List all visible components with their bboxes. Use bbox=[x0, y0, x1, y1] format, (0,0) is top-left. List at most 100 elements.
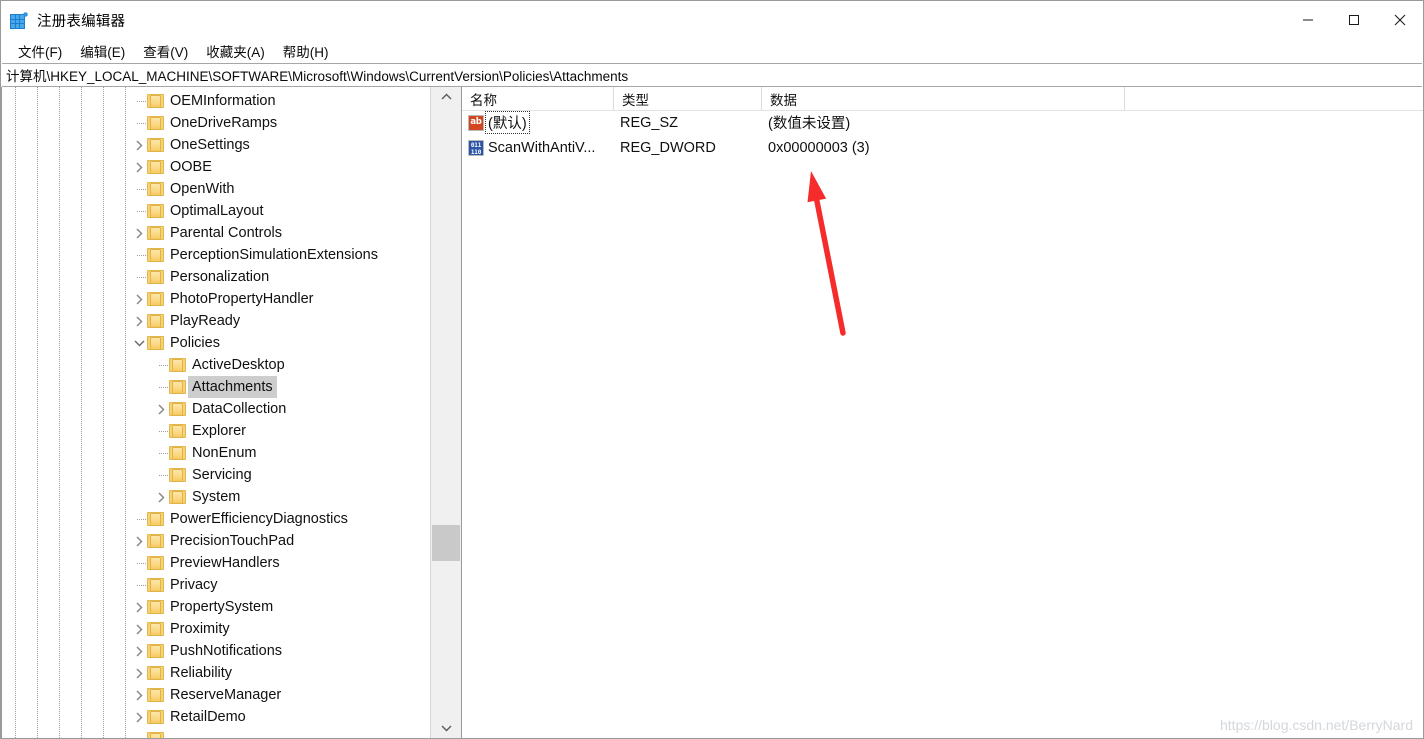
registry-values-pane: 名称 类型 数据 ab (默认) REG_SZ (数值未设置) 011 110 ScanWith… bbox=[462, 87, 1423, 738]
tree-item-proximity[interactable]: Proximity bbox=[1, 618, 430, 640]
folder-icon bbox=[147, 292, 164, 306]
chevron-down-icon[interactable] bbox=[131, 332, 147, 354]
window-title: 注册表编辑器 bbox=[37, 13, 126, 30]
column-header-2[interactable]: 数据 bbox=[762, 87, 1125, 110]
tree-item-oeminformation[interactable]: OEMInformation bbox=[1, 90, 430, 112]
tree-item-attachments[interactable]: Attachments bbox=[1, 376, 430, 398]
value-data: (数值未设置) bbox=[768, 116, 851, 132]
scroll-down-arrow[interactable] bbox=[431, 718, 461, 738]
tree-item-label: RetailDemo bbox=[170, 709, 246, 725]
tree-item-privacy[interactable]: Privacy bbox=[1, 574, 430, 596]
minimize-button[interactable] bbox=[1285, 1, 1331, 39]
menu-file[interactable]: 文件(F) bbox=[9, 39, 71, 64]
menu-favorites[interactable]: 收藏夹(A) bbox=[197, 39, 274, 64]
folder-icon bbox=[147, 534, 164, 548]
chevron-right-icon[interactable] bbox=[131, 288, 147, 310]
tree-item-activedesktop[interactable]: ActiveDesktop bbox=[1, 354, 430, 376]
folder-icon bbox=[147, 578, 164, 592]
tree-item-reliability[interactable]: Reliability bbox=[1, 662, 430, 684]
tree-item-policies[interactable]: Policies bbox=[1, 332, 430, 354]
column-header-1[interactable]: 类型 bbox=[614, 87, 762, 110]
chevron-right-icon[interactable] bbox=[131, 684, 147, 706]
main-split: OEMInformation OneDriveRamps OneSettings OO… bbox=[1, 87, 1423, 738]
chevron-right-icon[interactable] bbox=[131, 134, 147, 156]
tree-item-label: ReserveManager bbox=[170, 687, 282, 703]
tree-item-label: Reliability bbox=[170, 665, 233, 681]
tree-item-openwith[interactable]: OpenWith bbox=[1, 178, 430, 200]
value-name-cell[interactable]: 011 110 ScanWithAntiV... bbox=[468, 139, 596, 156]
tree-elbow bbox=[131, 728, 145, 738]
dword-value-icon: 011 110 bbox=[468, 139, 484, 156]
values-list[interactable]: ab (默认) REG_SZ (数值未设置) 011 110 ScanWithAntiV..… bbox=[462, 110, 1423, 738]
chevron-right-icon[interactable] bbox=[131, 222, 147, 244]
tree-item-label: PlayReady bbox=[170, 313, 241, 329]
chevron-right-icon[interactable] bbox=[131, 706, 147, 728]
tree-item-oobe[interactable]: OOBE bbox=[1, 156, 430, 178]
tree-item-personalization[interactable]: Personalization bbox=[1, 266, 430, 288]
chevron-right-icon[interactable] bbox=[131, 618, 147, 640]
menu-help[interactable]: 帮助(H) bbox=[274, 39, 338, 64]
maximize-button[interactable] bbox=[1331, 1, 1377, 39]
tree-item-system[interactable]: System bbox=[1, 486, 430, 508]
table-row[interactable]: 011 110 ScanWithAntiV... REG_DWORD 0x0000000… bbox=[462, 135, 1423, 160]
chevron-right-icon[interactable] bbox=[153, 486, 169, 508]
tree-item-label: PropertySystem bbox=[170, 599, 274, 615]
chevron-right-icon[interactable] bbox=[131, 640, 147, 662]
chevron-right-icon[interactable] bbox=[131, 156, 147, 178]
tree-item-perceptionsimulationextensions[interactable]: PerceptionSimulationExtensions bbox=[1, 244, 430, 266]
values-column-header: 名称 类型 数据 bbox=[462, 87, 1423, 111]
value-type: REG_DWORD bbox=[620, 139, 716, 156]
chevron-right-icon[interactable] bbox=[131, 662, 147, 684]
tree-item-parental-controls[interactable]: Parental Controls bbox=[1, 222, 430, 244]
tree-item-nonenum[interactable]: NonEnum bbox=[1, 442, 430, 464]
folder-icon bbox=[147, 666, 164, 680]
chevron-right-icon[interactable] bbox=[153, 398, 169, 420]
tree-item-label: Servicing bbox=[192, 467, 252, 483]
tree-item-servicing[interactable]: Servicing bbox=[1, 464, 430, 486]
chevron-right-icon[interactable] bbox=[131, 530, 147, 552]
tree-item-onedriveramps[interactable]: OneDriveRamps bbox=[1, 112, 430, 134]
chevron-right-icon[interactable] bbox=[131, 310, 147, 332]
tree-item-playready[interactable]: PlayReady bbox=[1, 310, 430, 332]
folder-icon bbox=[147, 622, 164, 636]
tree-item-retaildemo[interactable]: RetailDemo bbox=[1, 706, 430, 728]
menu-view[interactable]: 查看(V) bbox=[134, 39, 197, 64]
tree-item-optimallayout[interactable]: OptimalLayout bbox=[1, 200, 430, 222]
column-header-label: 类型 bbox=[622, 92, 649, 108]
tree-item[interactable] bbox=[1, 728, 430, 738]
string-value-icon: ab bbox=[468, 114, 484, 131]
tree-elbow bbox=[131, 574, 146, 596]
folder-icon bbox=[147, 226, 164, 240]
tree-item-photopropertyhandler[interactable]: PhotoPropertyHandler bbox=[1, 288, 430, 310]
tree-item-onesettings[interactable]: OneSettings bbox=[1, 134, 430, 156]
tree-item-datacollection[interactable]: DataCollection bbox=[1, 398, 430, 420]
value-name: ScanWithAntiV... bbox=[488, 139, 596, 156]
tree-item-precisiontouchpad[interactable]: PrecisionTouchPad bbox=[1, 530, 430, 552]
close-button[interactable] bbox=[1377, 1, 1423, 39]
tree-item-label: PerceptionSimulationExtensions bbox=[170, 247, 378, 263]
registry-tree[interactable]: OEMInformation OneDriveRamps OneSettings OO… bbox=[1, 87, 430, 738]
scrollbar-thumb[interactable] bbox=[432, 525, 460, 561]
column-header-0[interactable]: 名称 bbox=[462, 87, 614, 110]
tree-item-propertysystem[interactable]: PropertySystem bbox=[1, 596, 430, 618]
folder-icon bbox=[169, 446, 186, 460]
tree-item-reservemanager[interactable]: ReserveManager bbox=[1, 684, 430, 706]
value-name: (默认) bbox=[485, 111, 530, 134]
tree-item-powerefficiencydiagnostics[interactable]: PowerEfficiencyDiagnostics bbox=[1, 508, 430, 530]
folder-icon bbox=[147, 270, 164, 284]
tree-vertical-scrollbar[interactable] bbox=[430, 87, 461, 738]
chevron-right-icon[interactable] bbox=[131, 596, 147, 618]
folder-icon bbox=[147, 336, 164, 350]
tree-item-explorer[interactable]: Explorer bbox=[1, 420, 430, 442]
address-bar[interactable]: 计算机\HKEY_LOCAL_MACHINE\SOFTWARE\Microsof… bbox=[2, 63, 1422, 87]
scroll-up-arrow[interactable] bbox=[431, 87, 461, 107]
tree-item-label: PrecisionTouchPad bbox=[170, 533, 295, 549]
folder-icon bbox=[169, 424, 186, 438]
tree-elbow bbox=[153, 376, 168, 398]
tree-item-pushnotifications[interactable]: PushNotifications bbox=[1, 640, 430, 662]
value-name-cell[interactable]: ab (默认) bbox=[468, 111, 530, 134]
tree-item-previewhandlers[interactable]: PreviewHandlers bbox=[1, 552, 430, 574]
menu-edit[interactable]: 编辑(E) bbox=[71, 39, 134, 64]
table-row[interactable]: ab (默认) REG_SZ (数值未设置) bbox=[462, 110, 1423, 135]
tree-elbow bbox=[153, 420, 168, 442]
